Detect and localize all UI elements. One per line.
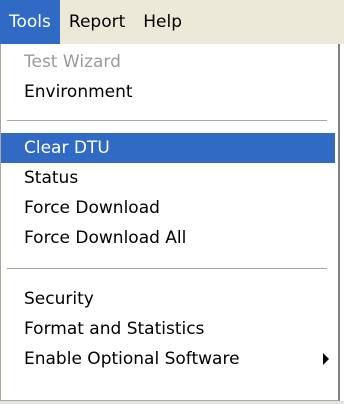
menu-separator	[7, 268, 327, 270]
menu-tools[interactable]: Tools	[0, 0, 60, 44]
tools-dropdown-menu: Test Wizard Environment Clear DTU Status…	[0, 44, 340, 401]
triangle-right-icon	[323, 353, 329, 365]
menu-report[interactable]: Report	[60, 0, 134, 44]
application-window: Tools Report Help Test Wizard Environmen…	[0, 0, 344, 404]
menu-help[interactable]: Help	[134, 0, 191, 44]
menu-separator	[7, 120, 327, 122]
menu-item-enable-optional-software[interactable]: Enable Optional Software	[1, 344, 335, 374]
menu-item-clear-dtu[interactable]: Clear DTU	[1, 133, 335, 163]
menu-item-force-download[interactable]: Force Download	[1, 193, 335, 223]
menu-item-force-download-all[interactable]: Force Download All	[1, 223, 335, 253]
menu-item-status[interactable]: Status	[1, 163, 335, 193]
menu-item-label: Enable Optional Software	[24, 349, 240, 369]
menu-item-format-and-statistics[interactable]: Format and Statistics	[1, 314, 335, 344]
menu-item-security[interactable]: Security	[1, 284, 335, 314]
menu-item-environment[interactable]: Environment	[1, 77, 335, 107]
menu-item-test-wizard: Test Wizard	[24, 52, 121, 72]
menu-bar: Tools Report Help	[0, 0, 344, 44]
